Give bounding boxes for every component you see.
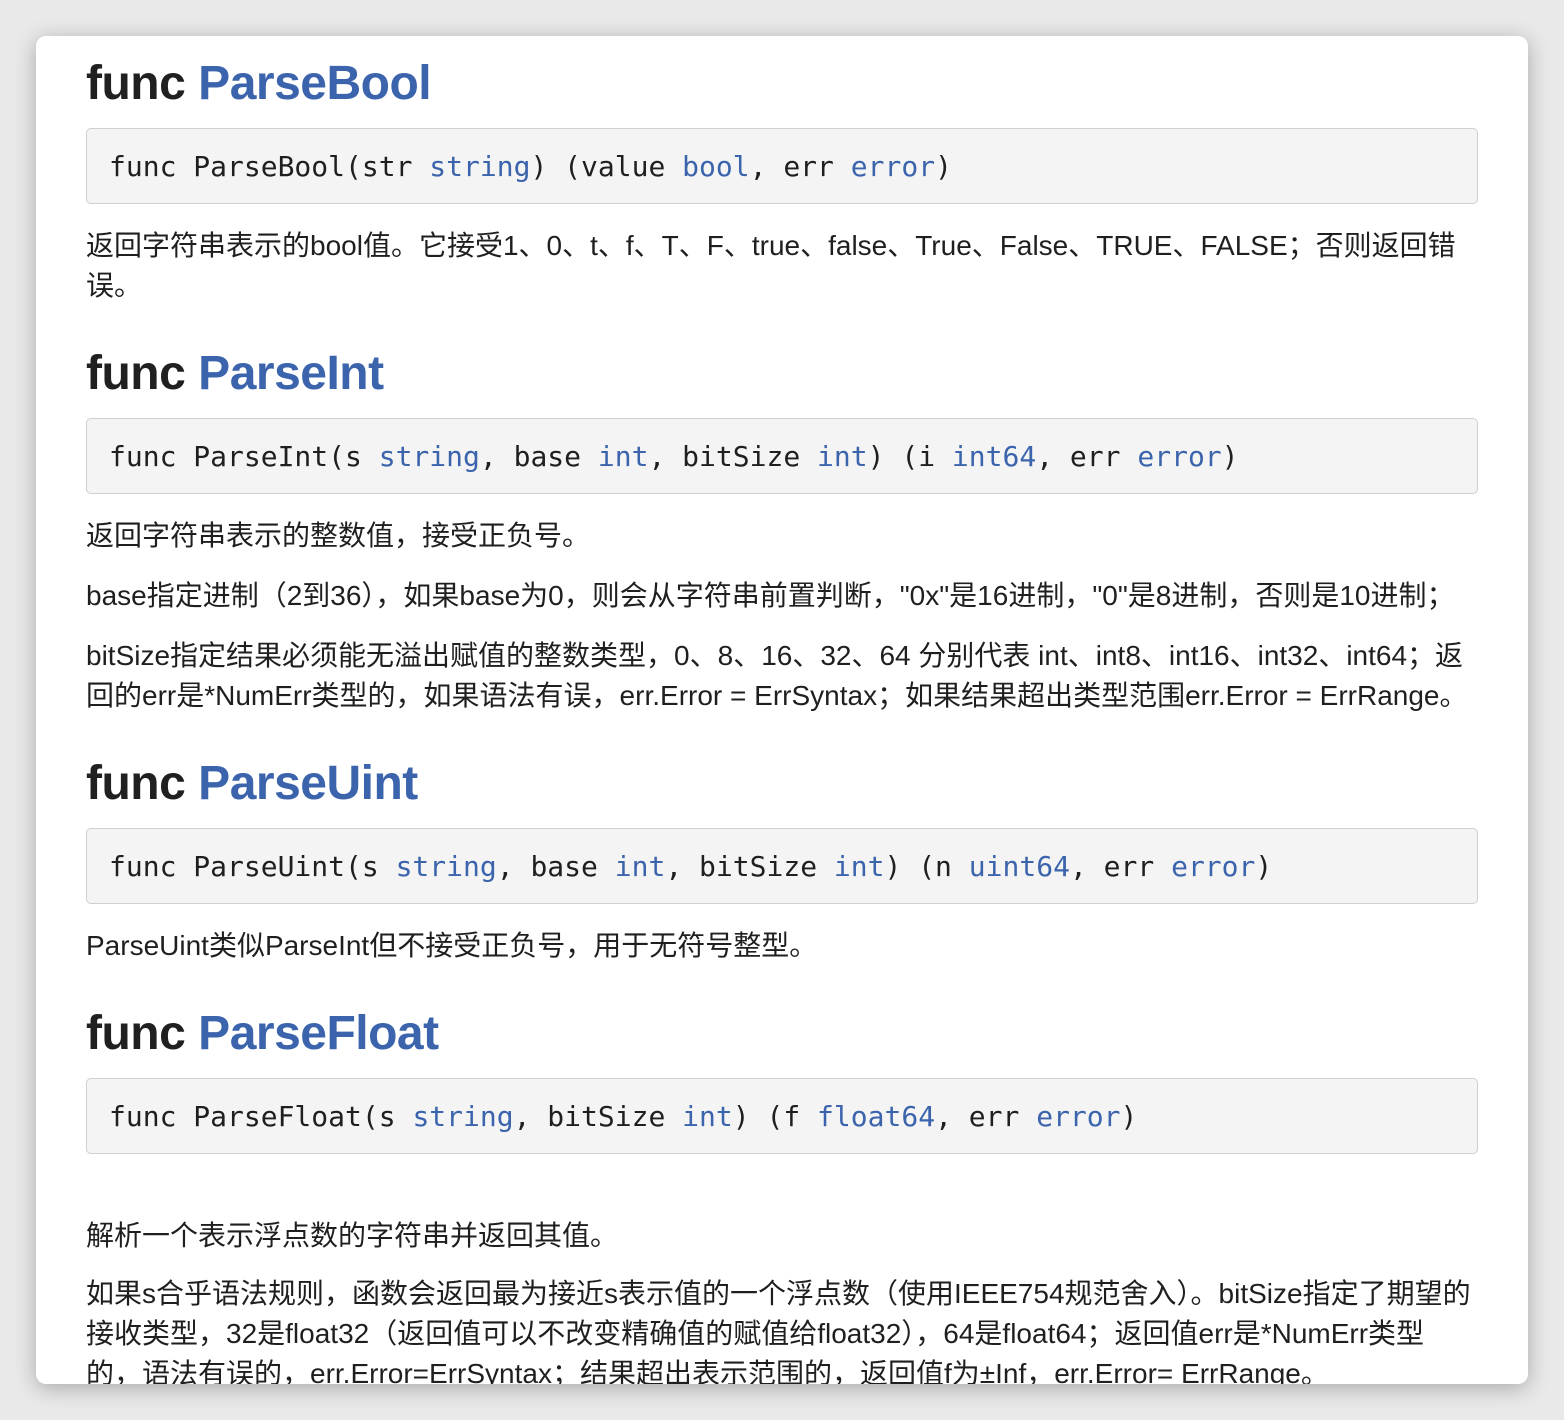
doc-card: func ParseBool func ParseBool(str string… bbox=[36, 36, 1528, 1384]
function-heading: func ParseBool bbox=[86, 60, 1480, 108]
signature-code: func ParseInt(s string, base int, bitSiz… bbox=[109, 440, 1239, 473]
section-parseuint: func ParseUint func ParseUint(s string, … bbox=[86, 760, 1480, 961]
type-link[interactable]: int bbox=[834, 850, 885, 883]
function-heading: func ParseUint bbox=[86, 760, 1480, 808]
func-keyword: func bbox=[86, 57, 186, 110]
function-name-link[interactable]: ParseFloat bbox=[198, 1007, 439, 1060]
func-keyword: func bbox=[86, 347, 186, 400]
description-paragraph: 如果s合乎语法规则，函数会返回最为接近s表示值的一个浮点数（使用IEEE754规… bbox=[86, 1278, 1471, 1384]
description-paragraph: 解析一个表示浮点数的字符串并返回其值。 bbox=[86, 1220, 619, 1251]
description-paragraph: 返回字符串表示的bool值。它接受1、0、t、f、T、F、true、false、… bbox=[86, 230, 1456, 301]
description-paragraph: 返回字符串表示的整数值，接受正负号。 bbox=[86, 520, 591, 551]
type-link[interactable]: bool bbox=[682, 150, 749, 183]
function-name-link[interactable]: ParseUint bbox=[198, 757, 418, 810]
function-heading: func ParseInt bbox=[86, 350, 1480, 398]
type-link[interactable]: uint64 bbox=[969, 850, 1070, 883]
type-link[interactable]: error bbox=[851, 150, 935, 183]
function-name-link[interactable]: ParseInt bbox=[198, 347, 384, 400]
type-link[interactable]: int bbox=[682, 1100, 733, 1133]
type-link[interactable]: int bbox=[615, 850, 666, 883]
function-name-link[interactable]: ParseBool bbox=[198, 57, 431, 110]
signature-code-block: func ParseInt(s string, base int, bitSiz… bbox=[86, 418, 1478, 494]
func-keyword: func bbox=[86, 757, 186, 810]
type-link[interactable]: string bbox=[396, 850, 497, 883]
type-link[interactable]: error bbox=[1171, 850, 1255, 883]
type-link[interactable]: error bbox=[1137, 440, 1221, 473]
type-link[interactable]: int bbox=[598, 440, 649, 473]
signature-code-block: func ParseBool(str string) (value bool, … bbox=[86, 128, 1478, 204]
section-parsefloat: func ParseFloat func ParseFloat(s string… bbox=[86, 1010, 1480, 1384]
description-paragraph: base指定进制（2到36），如果base为0，则会从字符串前置判断，"0x"是… bbox=[86, 580, 1455, 611]
description-paragraph: bitSize指定结果必须能无溢出赋值的整数类型，0、8、16、32、64 分别… bbox=[86, 640, 1468, 711]
func-keyword: func bbox=[86, 1007, 186, 1060]
description-paragraph: ParseUint类似ParseInt但不接受正负号，用于无符号整型。 bbox=[86, 930, 818, 961]
signature-code: func ParseUint(s string, base int, bitSi… bbox=[109, 850, 1273, 883]
signature-code-block: func ParseUint(s string, base int, bitSi… bbox=[86, 828, 1478, 904]
type-link[interactable]: int bbox=[817, 440, 868, 473]
signature-code-block: func ParseFloat(s string, bitSize int) (… bbox=[86, 1078, 1478, 1154]
type-link[interactable]: string bbox=[429, 150, 530, 183]
type-link[interactable]: error bbox=[1036, 1100, 1120, 1133]
type-link[interactable]: int64 bbox=[952, 440, 1036, 473]
section-parseint: func ParseInt func ParseInt(s string, ba… bbox=[86, 350, 1480, 711]
type-link[interactable]: string bbox=[379, 440, 480, 473]
type-link[interactable]: float64 bbox=[817, 1100, 935, 1133]
section-parsebool: func ParseBool func ParseBool(str string… bbox=[86, 60, 1480, 301]
signature-code: func ParseFloat(s string, bitSize int) (… bbox=[109, 1100, 1138, 1133]
signature-code: func ParseBool(str string) (value bool, … bbox=[109, 150, 952, 183]
type-link[interactable]: string bbox=[412, 1100, 513, 1133]
function-heading: func ParseFloat bbox=[86, 1010, 1480, 1058]
